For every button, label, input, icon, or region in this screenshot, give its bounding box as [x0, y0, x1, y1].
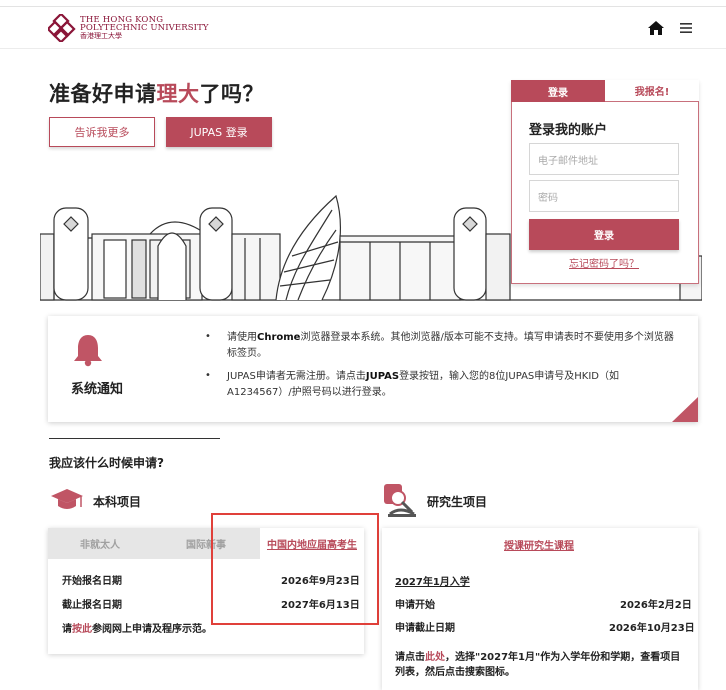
notice-title: 系统通知 — [71, 382, 124, 397]
section-divider — [49, 438, 220, 439]
tab-register[interactable]: 我报名! — [605, 80, 699, 102]
pg-end-value: 2026年10月23日 — [609, 623, 695, 634]
email-field[interactable]: 电子邮件地址 — [529, 143, 679, 175]
logo-line-2: POLYTECHNIC UNIVERSITY — [80, 23, 209, 33]
postgrad-label: 研究生项目 — [427, 495, 488, 509]
ug-guide-link[interactable]: 按此 — [72, 624, 92, 635]
undergrad-label: 本科项目 — [93, 495, 142, 509]
logo-line-3: 香港理工大學 — [80, 32, 122, 40]
jupas-login-button[interactable]: JUPAS 登录 — [166, 117, 272, 147]
home-icon[interactable] — [647, 20, 665, 36]
password-field[interactable]: 密码 — [529, 180, 679, 212]
ug-start-label: 开始报名日期 — [62, 576, 122, 587]
hamburger-menu-icon[interactable] — [680, 22, 692, 34]
pg-here-link[interactable]: 此处 — [425, 652, 445, 663]
polyu-logo[interactable]: THE HONG KONG POLYTECHNIC UNIVERSITY 香港理… — [48, 13, 248, 43]
microscope-icon — [384, 484, 416, 517]
tell-me-more-button[interactable]: 告诉我更多 — [49, 117, 155, 147]
when-to-apply-title: 我应该什么时候申请? — [49, 456, 164, 470]
polyu-emblem-icon — [48, 14, 76, 42]
notice-item-1: 请使用Chrome浏览器登录本系统。其他浏览器/版本可能不支持。填写申请表时不要… — [227, 332, 674, 359]
pg-start-label: 申请开始 — [395, 600, 435, 611]
pg-intake-title: 2027年1月入学 — [395, 577, 470, 588]
logo-wordmark: THE HONG KONG POLYTECHNIC UNIVERSITY 香港理… — [80, 16, 209, 40]
login-heading: 登录我的账户 — [529, 123, 608, 138]
notice-bullet-2: • — [205, 370, 211, 381]
tab-login[interactable]: 登录 — [511, 80, 605, 102]
pg-start-value: 2026年2月2日 — [620, 600, 692, 611]
tab-taught-postgrad[interactable]: 授课研究生课程 — [504, 537, 574, 552]
notice-bullet-1: • — [205, 331, 211, 342]
pg-end-label: 申请截止日期 — [395, 623, 455, 634]
highlight-annotation-box — [211, 513, 379, 625]
hero-title-highlight: 理大 — [156, 82, 200, 106]
notice-item-2: JUPAS申请者无需注册。请点击JUPAS登录按钮，输入您的8位JUPAS申请号… — [227, 371, 619, 398]
ug-guide-note: 请按此参阅网上申请及程序示范。 — [62, 624, 212, 635]
tab-non-local[interactable]: 非就太人 — [48, 528, 152, 559]
pg-search-note: 请点击此处，选择"2027年1月"作为入学年份和学期，查看项目列表，然后点击搜索… — [395, 652, 681, 678]
graduation-cap-icon — [51, 489, 83, 509]
forgot-password-link[interactable]: 忘记密码了吗？ — [569, 255, 639, 270]
corner-fold-decoration — [672, 397, 698, 422]
bell-icon — [74, 335, 102, 367]
ug-end-label: 截止报名日期 — [62, 600, 122, 611]
hero-title: 准备好申请理大了吗？ — [49, 82, 264, 106]
login-button[interactable]: 登录 — [529, 219, 679, 250]
